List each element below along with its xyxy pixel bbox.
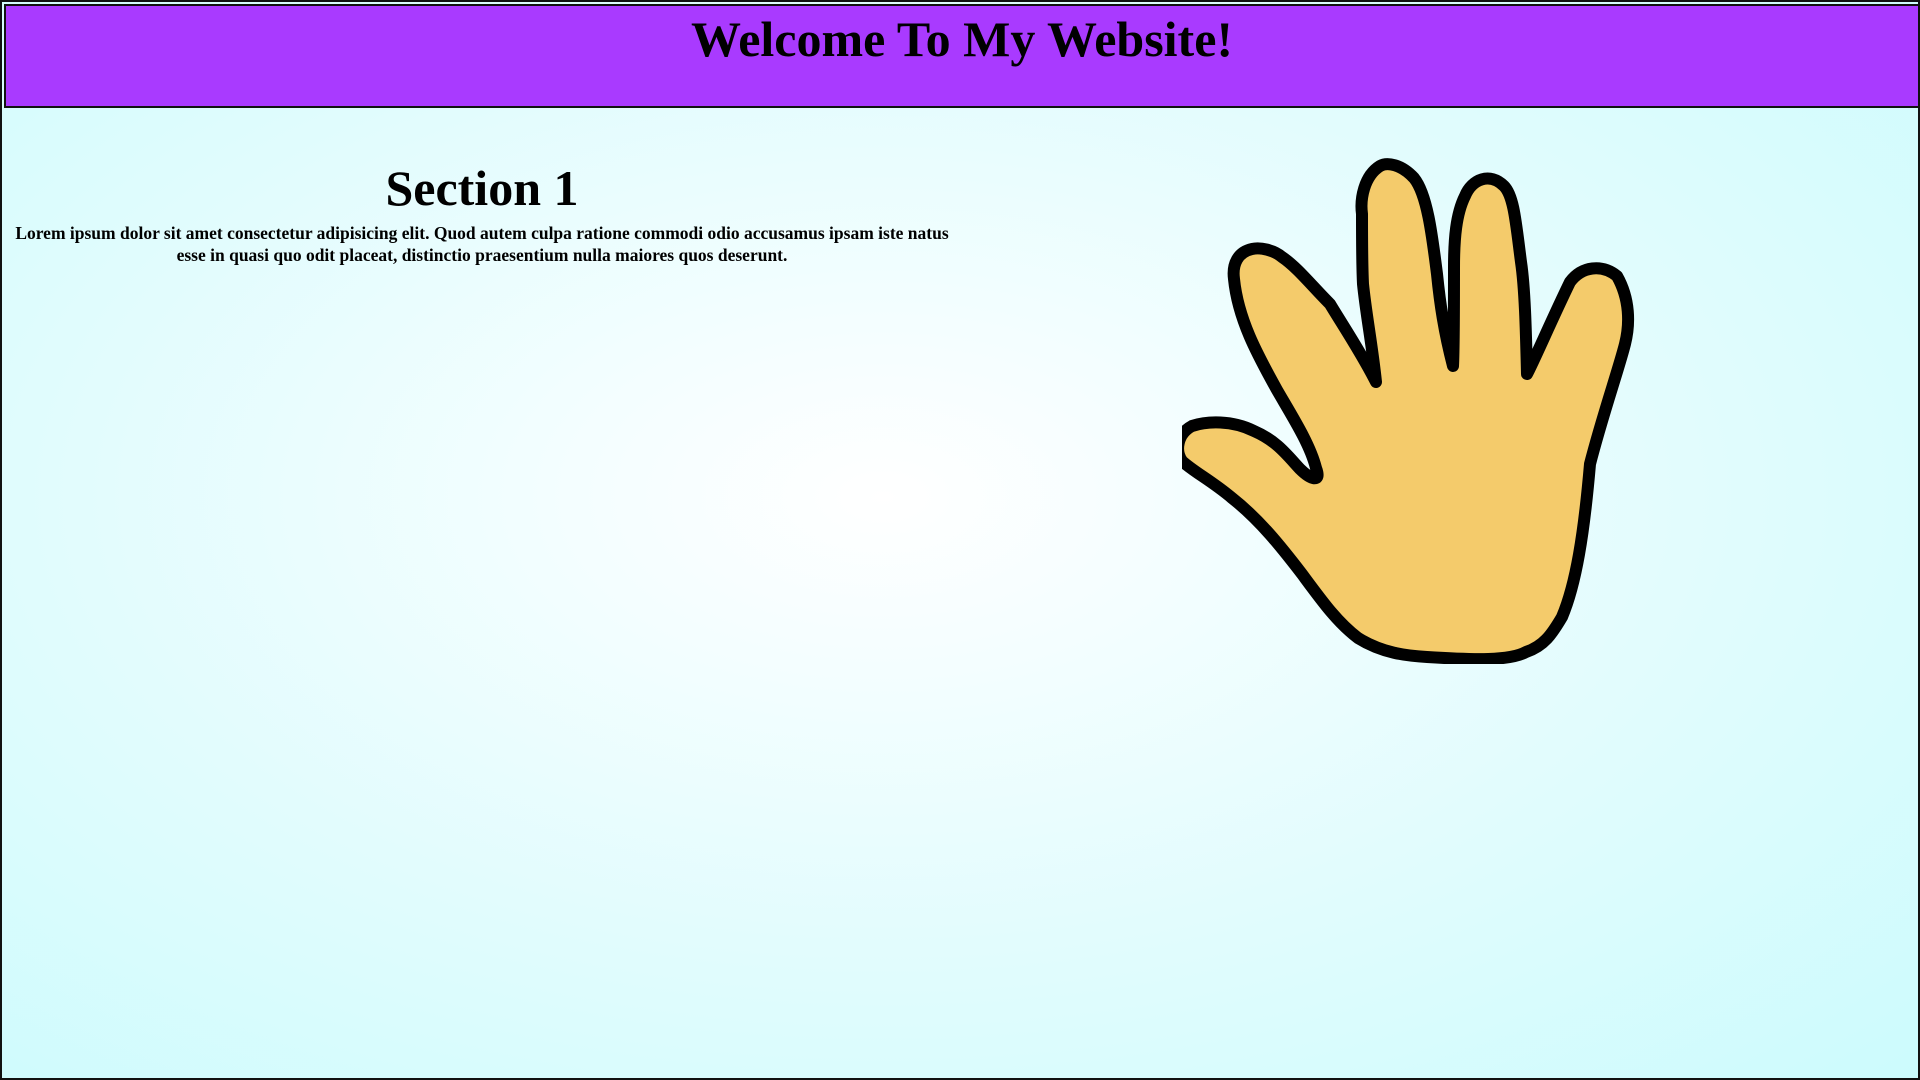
- waving-hand-icon: [1182, 158, 1635, 664]
- hand-shape: [1182, 158, 1635, 664]
- section-1: Section 1 Lorem ipsum dolor sit amet con…: [6, 156, 958, 266]
- page-frame: Welcome To My Website! Section 1 Lorem i…: [0, 0, 1920, 1080]
- section-heading: Section 1: [385, 160, 579, 216]
- section-body-text: Lorem ipsum dolor sit amet consectetur a…: [15, 223, 949, 265]
- page-title: Welcome To My Website!: [690, 11, 1234, 67]
- site-header: Welcome To My Website!: [4, 4, 1920, 108]
